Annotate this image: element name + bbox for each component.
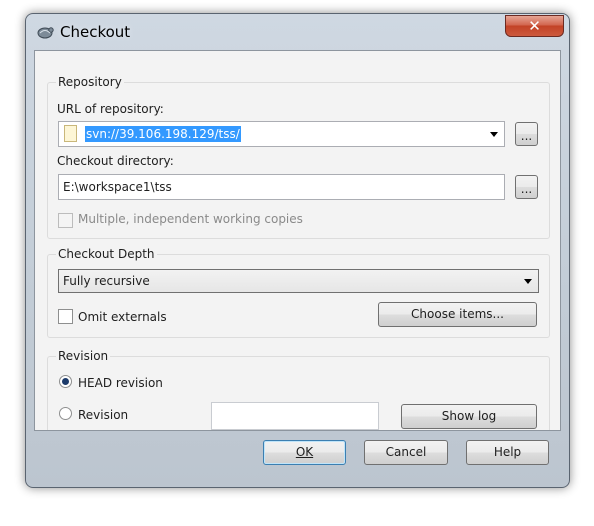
checkout-directory-input[interactable]: E:\workspace1\tss — [58, 174, 505, 200]
radio-selected-dot — [62, 378, 69, 385]
omit-externals-checkbox[interactable] — [58, 309, 73, 324]
chevron-down-icon[interactable] — [490, 132, 498, 137]
help-button[interactable]: Help — [466, 440, 549, 465]
title-bar[interactable]: Checkout ✕ — [26, 14, 569, 50]
head-revision-radio[interactable] — [59, 375, 72, 388]
close-icon: ✕ — [528, 17, 541, 35]
repository-group-label: Repository — [56, 75, 124, 89]
browse-directory-button[interactable]: ... — [515, 175, 538, 199]
choose-items-button[interactable]: Choose items... — [378, 302, 537, 327]
multiple-working-copies-label: Multiple, independent working copies — [78, 212, 303, 226]
checkout-directory-label: Checkout directory: — [57, 154, 174, 168]
depth-select-value: Fully recursive — [63, 274, 150, 288]
revision-radio[interactable] — [59, 407, 72, 420]
ok-button[interactable]: OK — [263, 440, 346, 465]
dialog-client-area: Repository URL of repository: svn://39.1… — [34, 50, 561, 431]
url-label: URL of repository: — [57, 102, 164, 116]
multiple-working-copies-checkbox[interactable] — [58, 213, 73, 228]
browse-url-button[interactable]: ... — [515, 122, 538, 146]
url-value: svn://39.106.198.129/tss/ — [85, 126, 241, 142]
window-title: Checkout — [60, 23, 131, 41]
checkout-depth-group-label: Checkout Depth — [56, 247, 157, 261]
checkout-directory-value: E:\workspace1\tss — [63, 180, 172, 194]
revision-group-label: Revision — [56, 349, 111, 363]
close-button[interactable]: ✕ — [505, 15, 564, 37]
url-combobox[interactable]: svn://39.106.198.129/tss/ — [58, 121, 505, 147]
cancel-button[interactable]: Cancel — [364, 440, 448, 465]
revision-number-input[interactable] — [211, 402, 379, 430]
file-icon — [64, 125, 77, 142]
tortoisesvn-icon — [37, 27, 54, 39]
omit-externals-label: Omit externals — [78, 310, 167, 324]
chevron-down-icon[interactable] — [524, 279, 532, 284]
depth-select[interactable]: Fully recursive — [58, 269, 539, 293]
revision-label: Revision — [78, 408, 129, 422]
head-revision-label: HEAD revision — [78, 376, 163, 390]
show-log-button[interactable]: Show log — [401, 404, 537, 429]
checkout-dialog: Checkout ✕ Repository URL of repository:… — [25, 13, 570, 488]
